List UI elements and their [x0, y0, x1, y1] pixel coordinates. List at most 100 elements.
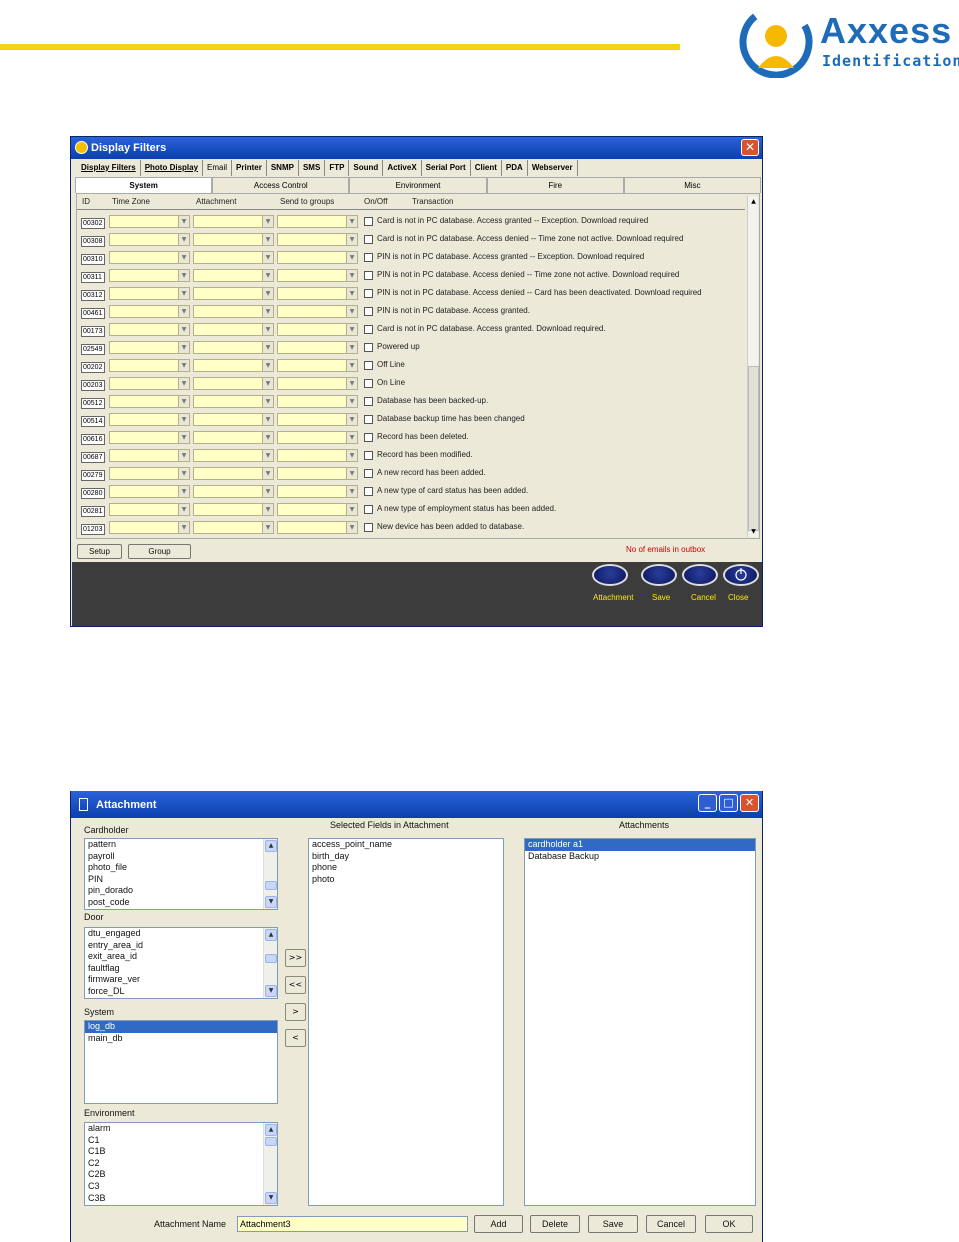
on-off-checkbox[interactable]: [364, 487, 373, 496]
cardholder-list[interactable]: pattern payroll photo_file PIN pin_dorado pos…: [84, 838, 278, 910]
time-zone-select[interactable]: ▼: [109, 287, 190, 300]
list-item[interactable]: pin_dorado: [85, 885, 277, 897]
chevron-down-icon[interactable]: ▼: [178, 432, 189, 443]
scroll-down-icon[interactable]: ▼: [748, 526, 759, 537]
chevron-down-icon[interactable]: ▼: [178, 324, 189, 335]
send-to-groups-select[interactable]: ▼: [277, 431, 358, 444]
chevron-down-icon[interactable]: ▼: [262, 252, 273, 263]
list-item[interactable]: birth_day: [309, 851, 503, 863]
chevron-down-icon[interactable]: ▼: [346, 342, 357, 353]
send-to-groups-select[interactable]: ▼: [277, 467, 358, 480]
attachment-select[interactable]: ▼: [193, 521, 274, 534]
attachment-select[interactable]: ▼: [193, 269, 274, 282]
time-zone-select[interactable]: ▼: [109, 269, 190, 282]
list-item[interactable]: pattern: [85, 839, 277, 851]
attachment-select[interactable]: ▼: [193, 323, 274, 336]
add-one-button[interactable]: >: [285, 1003, 306, 1021]
time-zone-select[interactable]: ▼: [109, 359, 190, 372]
chevron-down-icon[interactable]: ▼: [178, 450, 189, 461]
send-to-groups-select[interactable]: ▼: [277, 251, 358, 264]
system-list[interactable]: log_db main_db: [84, 1020, 278, 1104]
on-off-checkbox[interactable]: [364, 271, 373, 280]
on-off-checkbox[interactable]: [364, 307, 373, 316]
send-to-groups-select[interactable]: ▼: [277, 413, 358, 426]
time-zone-select[interactable]: ▼: [109, 521, 190, 534]
attachment-select[interactable]: ▼: [193, 215, 274, 228]
list-item[interactable]: dtu_engaged: [85, 928, 277, 940]
on-off-checkbox[interactable]: [364, 361, 373, 370]
add-all-button[interactable]: >>: [285, 949, 306, 967]
chevron-down-icon[interactable]: ▼: [178, 306, 189, 317]
list-item[interactable]: access_point_name: [309, 839, 503, 851]
on-off-checkbox[interactable]: [364, 505, 373, 514]
list-item[interactable]: C2B: [85, 1169, 277, 1181]
send-to-groups-select[interactable]: ▼: [277, 395, 358, 408]
time-zone-select[interactable]: ▼: [109, 233, 190, 246]
send-to-groups-select[interactable]: ▼: [277, 359, 358, 372]
tab-fire[interactable]: Fire: [486, 177, 624, 193]
time-zone-select[interactable]: ▼: [109, 377, 190, 390]
time-zone-select[interactable]: ▼: [109, 341, 190, 354]
send-to-groups-select[interactable]: ▼: [277, 215, 358, 228]
chevron-down-icon[interactable]: ▼: [262, 450, 273, 461]
vertical-scrollbar[interactable]: ▲ ▼: [747, 196, 759, 537]
tab-misc[interactable]: Misc: [623, 177, 762, 193]
cancel-button[interactable]: Cancel: [646, 1215, 696, 1233]
list-item[interactable]: faultflag: [85, 963, 277, 975]
scroll-thumb[interactable]: [265, 881, 277, 890]
attachment-select[interactable]: ▼: [193, 233, 274, 246]
time-zone-select[interactable]: ▼: [109, 251, 190, 264]
list-item[interactable]: C3B: [85, 1193, 277, 1205]
list-item[interactable]: Database Backup: [525, 851, 755, 863]
attachment-select[interactable]: ▼: [193, 485, 274, 498]
on-off-checkbox[interactable]: [364, 397, 373, 406]
chevron-down-icon[interactable]: ▼: [346, 432, 357, 443]
tab-printer[interactable]: Printer: [232, 160, 267, 176]
chevron-down-icon[interactable]: ▼: [178, 414, 189, 425]
send-to-groups-select[interactable]: ▼: [277, 287, 358, 300]
chevron-down-icon[interactable]: ▼: [346, 306, 357, 317]
scroll-down-icon[interactable]: ▼: [265, 896, 277, 908]
chevron-down-icon[interactable]: ▼: [178, 468, 189, 479]
chevron-down-icon[interactable]: ▼: [262, 486, 273, 497]
attachment-select[interactable]: ▼: [193, 431, 274, 444]
scroll-thumb[interactable]: [265, 1137, 277, 1146]
cancel-button[interactable]: [682, 564, 718, 586]
attachment-select[interactable]: ▼: [193, 467, 274, 480]
chevron-down-icon[interactable]: ▼: [178, 486, 189, 497]
chevron-down-icon[interactable]: ▼: [262, 432, 273, 443]
tab-ftp[interactable]: FTP: [325, 160, 350, 176]
selected-fields-list[interactable]: access_point_name birth_day phone photo: [308, 838, 504, 1206]
chevron-down-icon[interactable]: ▼: [346, 522, 357, 533]
chevron-down-icon[interactable]: ▼: [346, 396, 357, 407]
remove-one-button[interactable]: <: [285, 1029, 306, 1047]
send-to-groups-select[interactable]: ▼: [277, 449, 358, 462]
chevron-down-icon[interactable]: ▼: [178, 504, 189, 515]
on-off-checkbox[interactable]: [364, 343, 373, 352]
chevron-down-icon[interactable]: ▼: [346, 288, 357, 299]
send-to-groups-select[interactable]: ▼: [277, 323, 358, 336]
list-item[interactable]: force_DL: [85, 986, 277, 998]
time-zone-select[interactable]: ▼: [109, 305, 190, 318]
attachment-select[interactable]: ▼: [193, 503, 274, 516]
time-zone-select[interactable]: ▼: [109, 323, 190, 336]
chevron-down-icon[interactable]: ▼: [346, 504, 357, 515]
chevron-down-icon[interactable]: ▼: [346, 252, 357, 263]
close-button[interactable]: [723, 564, 759, 586]
chevron-down-icon[interactable]: ▼: [178, 270, 189, 281]
time-zone-select[interactable]: ▼: [109, 503, 190, 516]
scroll-up-icon[interactable]: ▲: [748, 196, 759, 207]
attachments-list[interactable]: cardholder a1 Database Backup: [524, 838, 756, 1206]
group-button[interactable]: Group: [128, 544, 191, 559]
scroll-thumb[interactable]: [748, 366, 759, 531]
chevron-down-icon[interactable]: ▼: [346, 414, 357, 425]
on-off-checkbox[interactable]: [364, 433, 373, 442]
send-to-groups-select[interactable]: ▼: [277, 485, 358, 498]
on-off-checkbox[interactable]: [364, 451, 373, 460]
chevron-down-icon[interactable]: ▼: [178, 360, 189, 371]
chevron-down-icon[interactable]: ▼: [178, 252, 189, 263]
list-item[interactable]: C2: [85, 1158, 277, 1170]
on-off-checkbox[interactable]: [364, 469, 373, 478]
chevron-down-icon[interactable]: ▼: [262, 468, 273, 479]
time-zone-select[interactable]: ▼: [109, 413, 190, 426]
